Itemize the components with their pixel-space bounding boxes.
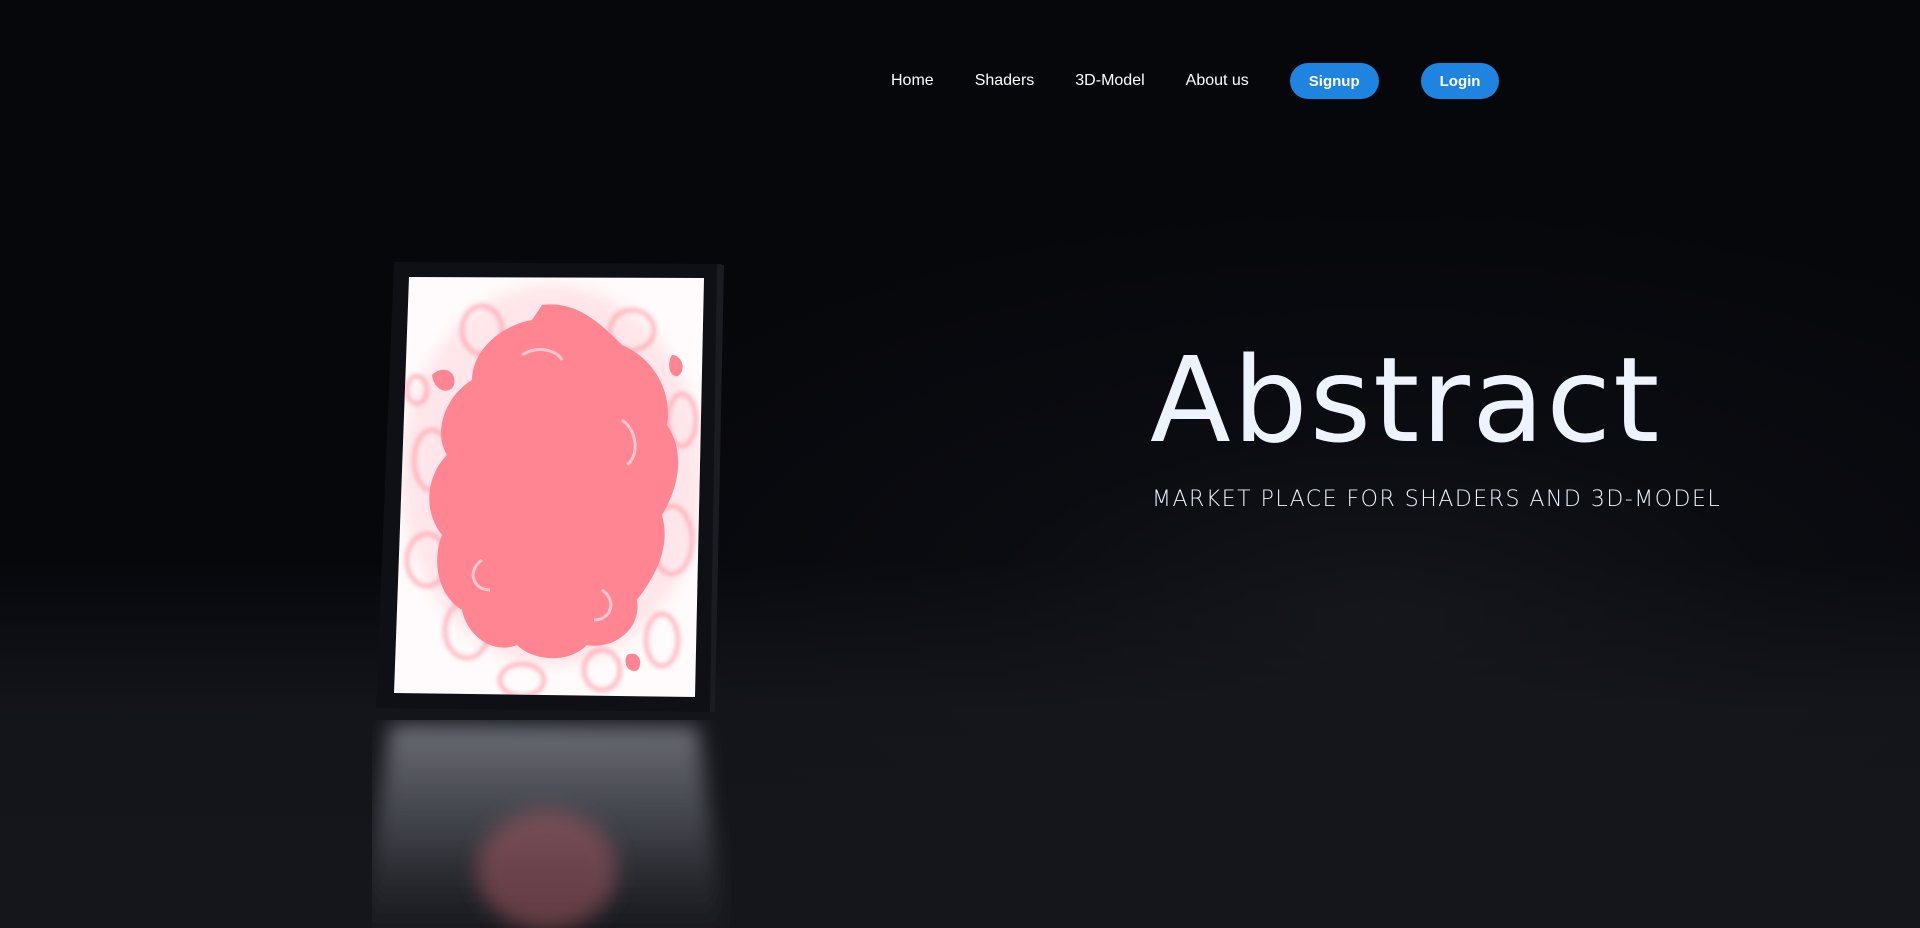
nav-link-home[interactable]: Home [891,72,934,90]
landing-page: Home Shaders 3D-Model About us Signup Lo… [0,0,1920,928]
artwork-frame [372,260,732,730]
floor-surface [0,560,1920,928]
signup-button[interactable]: Signup [1289,63,1379,99]
abstract-shader-artwork [376,262,724,712]
nav-link-shaders[interactable]: Shaders [975,72,1035,90]
artwork-reflection [372,724,724,928]
nav-link-3d-model[interactable]: 3D-Model [1075,72,1144,90]
login-button[interactable]: Login [1420,63,1500,99]
nav-link-about-us[interactable]: About us [1186,72,1249,90]
hero-title: Abstract [1150,331,1662,469]
hero-subtitle: MARKET PLACE FOR SHADERS AND 3D-MODEL [1152,487,1722,512]
top-navigation: Home Shaders 3D-Model About us Signup Lo… [891,62,1500,100]
